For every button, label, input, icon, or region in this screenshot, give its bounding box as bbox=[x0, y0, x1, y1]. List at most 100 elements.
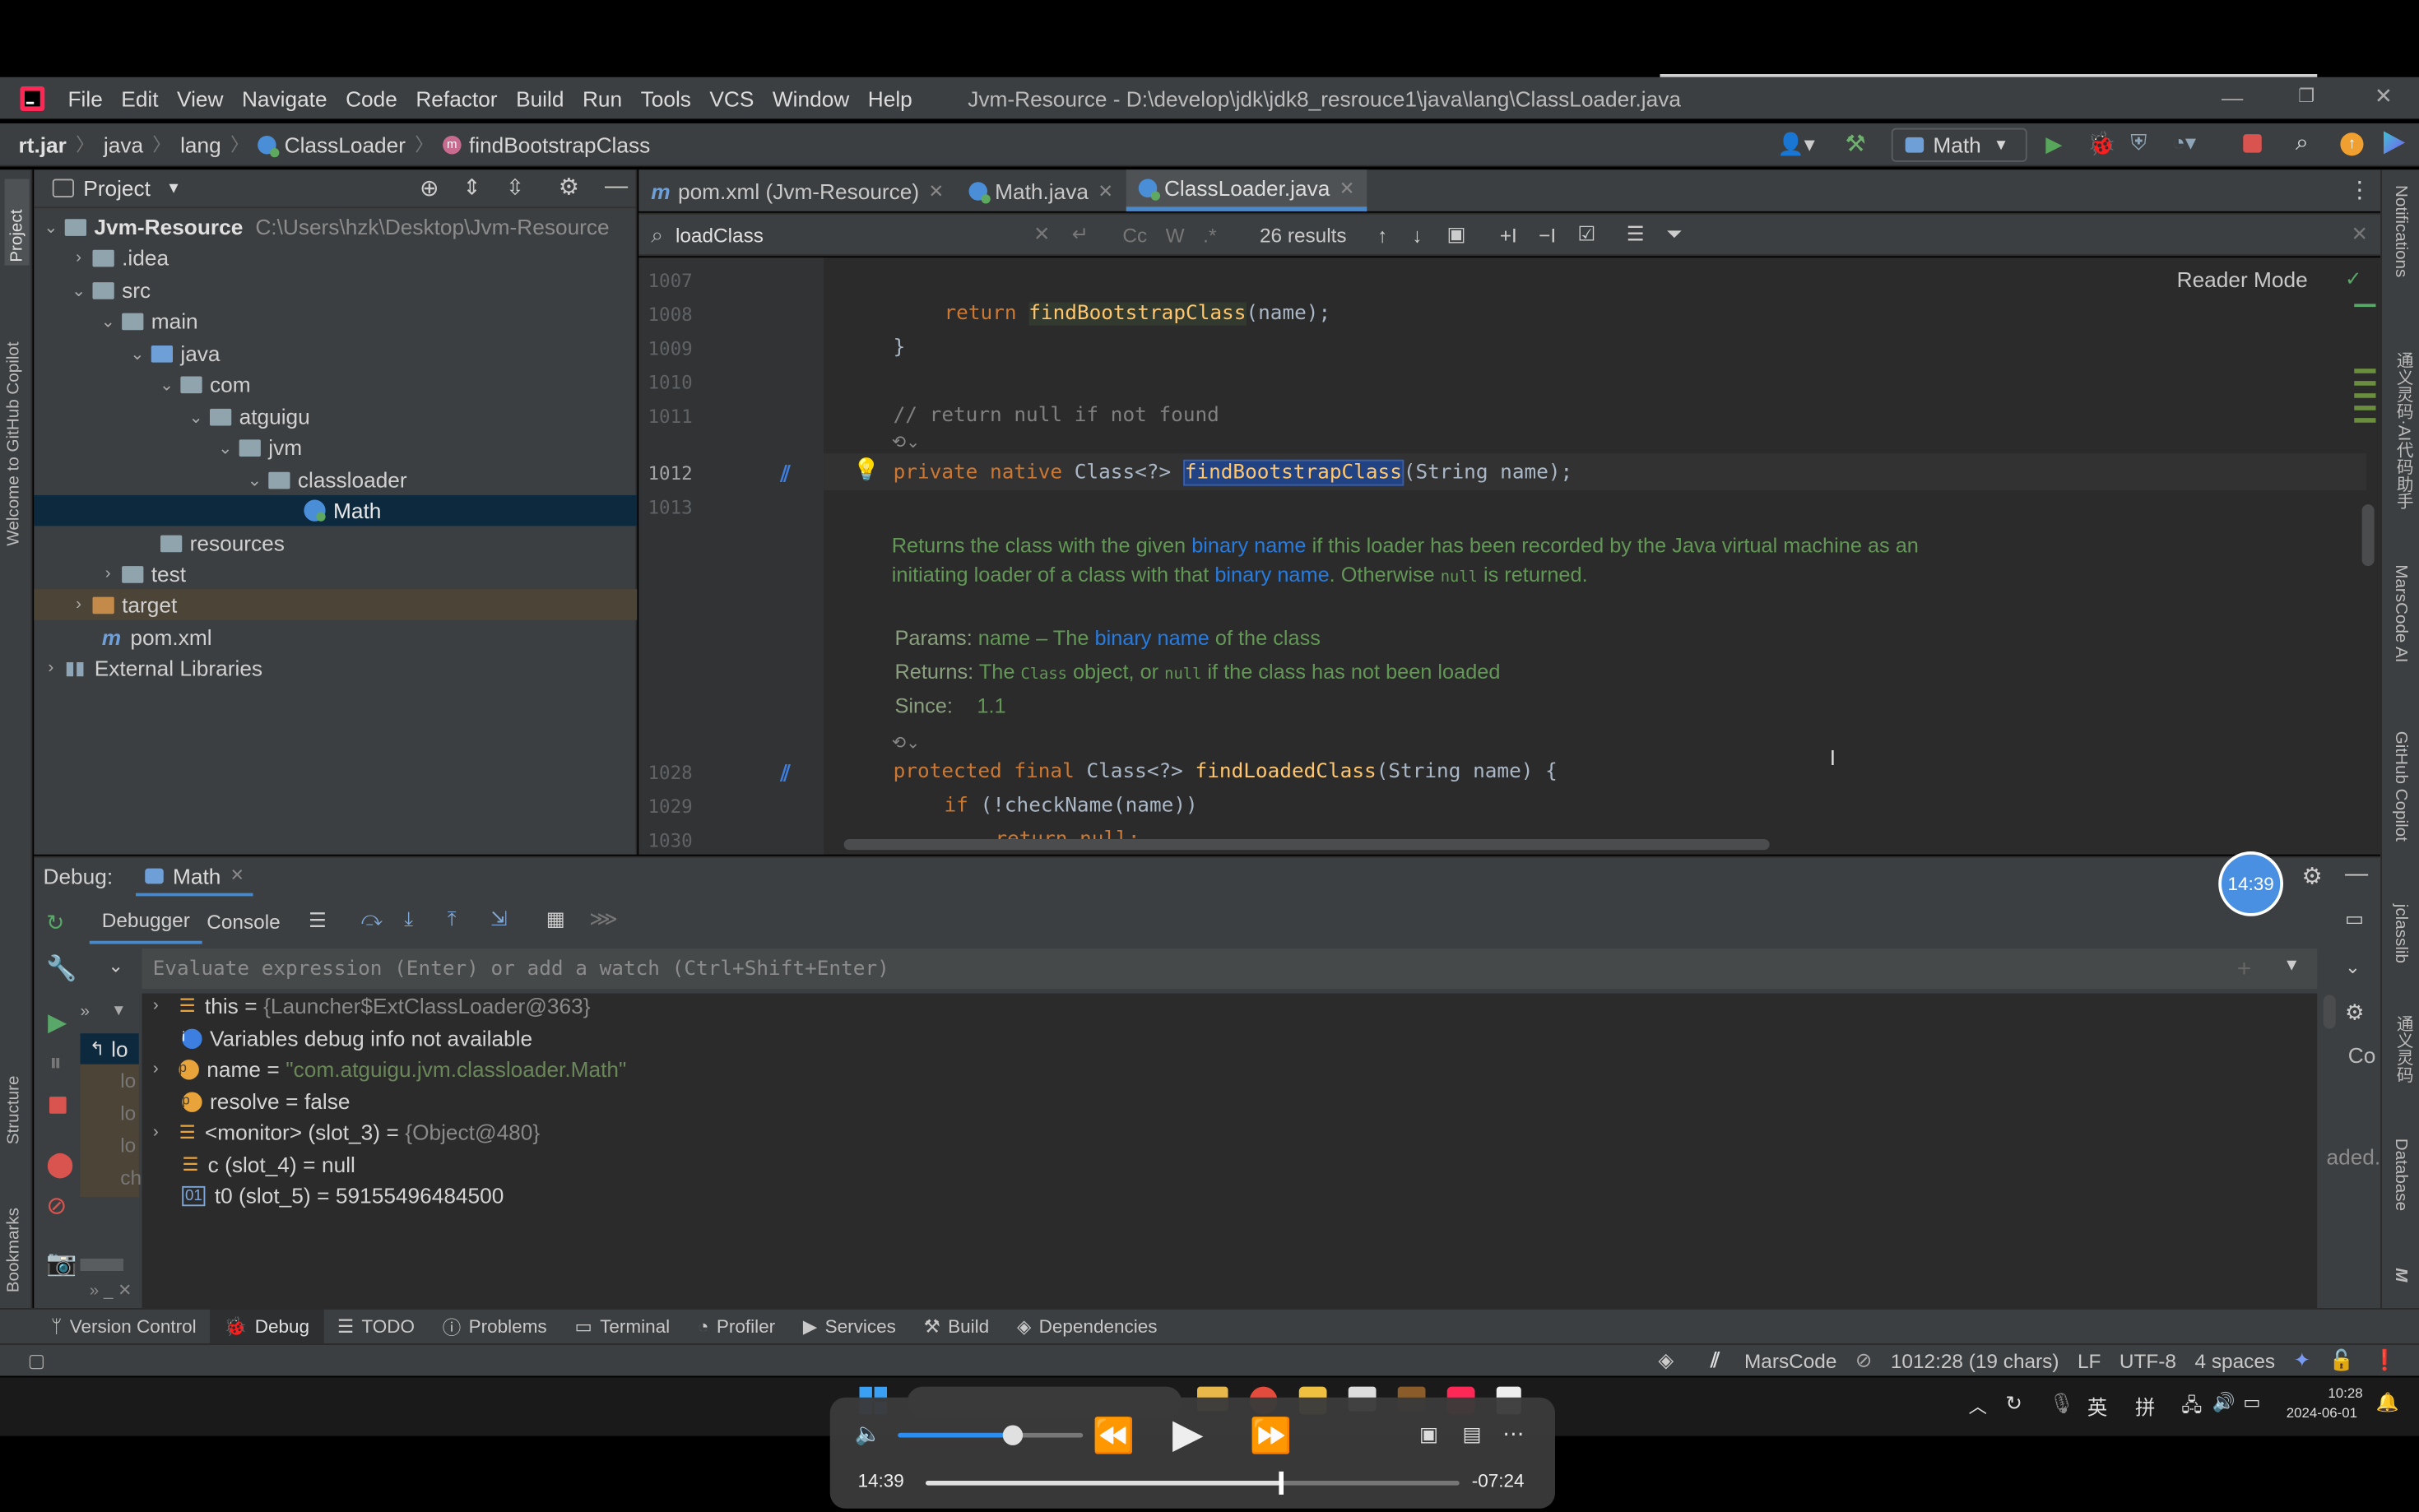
frames-scrollbar[interactable] bbox=[80, 1259, 123, 1271]
select-all-occurrences-icon[interactable]: ☑ bbox=[1577, 222, 1595, 247]
regex-toggle[interactable]: .* bbox=[1203, 223, 1216, 246]
tree-item-com[interactable]: ⌄ com bbox=[34, 369, 637, 400]
code-editor[interactable]: 1007 1008 1009 1010 1011 1012 1013 1028 … bbox=[638, 257, 2381, 855]
close-find-icon[interactable]: ✕ bbox=[2352, 222, 2368, 247]
gear-icon[interactable]: ⚙ bbox=[2302, 862, 2323, 890]
tree-item-resources[interactable]: resources bbox=[34, 527, 637, 559]
search-icon[interactable]: ⌕ bbox=[2296, 130, 2309, 156]
rerun-icon[interactable]: ↻ bbox=[46, 910, 64, 936]
words-toggle[interactable]: W bbox=[1166, 223, 1185, 246]
breadcrumb-java[interactable]: java bbox=[104, 132, 143, 156]
tree-item-external-libraries[interactable]: › ▮▮ External Libraries bbox=[34, 652, 637, 684]
frame-item[interactable]: lo bbox=[81, 1129, 139, 1162]
plugin-icon[interactable] bbox=[2383, 131, 2406, 155]
pause-icon[interactable]: ⏸ bbox=[49, 1051, 62, 1078]
project-view-title[interactable]: Project bbox=[83, 176, 151, 201]
close-tab-icon[interactable]: ✕ bbox=[1340, 178, 1355, 199]
toolwindow-dependencies[interactable]: ◈ Dependencies bbox=[1003, 1309, 1171, 1344]
play-icon[interactable]: ▶ bbox=[1172, 1410, 1204, 1458]
volume-icon[interactable]: 🔈 bbox=[855, 1421, 882, 1447]
menu-code[interactable]: Code bbox=[337, 86, 406, 110]
gear-icon[interactable]: ⚙ bbox=[2345, 999, 2365, 1026]
coverage-icon[interactable]: ⛨ bbox=[2130, 130, 2147, 156]
frame-item[interactable]: lo bbox=[81, 1097, 139, 1129]
marscode-gutter-icon[interactable]: ⫽ bbox=[781, 461, 791, 488]
expand-all-icon[interactable]: ⇕ bbox=[463, 174, 481, 201]
menu-tools[interactable]: Tools bbox=[631, 86, 700, 110]
debug-session-tab[interactable]: Math ✕ bbox=[136, 858, 254, 897]
clock-date[interactable]: 2024-06-01 bbox=[2287, 1405, 2357, 1421]
chevron-down-icon[interactable]: ⌄ bbox=[127, 343, 148, 364]
evaluate-icon[interactable]: ▦ bbox=[546, 907, 565, 932]
clock-time[interactable]: 10:28 bbox=[2328, 1385, 2362, 1401]
mute-breakpoints-icon[interactable]: ⊘ bbox=[46, 1191, 67, 1222]
frame-item[interactable]: lo bbox=[81, 1064, 139, 1097]
user-icon[interactable]: 👤▾ bbox=[1777, 131, 1815, 157]
step-into-icon[interactable]: ⤓ bbox=[404, 907, 413, 932]
picture-in-picture-icon[interactable]: ▣ bbox=[1419, 1422, 1438, 1447]
new-line-icon[interactable]: ↵ bbox=[1072, 222, 1089, 247]
volume-slider-knob[interactable] bbox=[1003, 1425, 1024, 1445]
marscode-gutter-icon[interactable]: ⫽ bbox=[781, 760, 791, 786]
line-separator[interactable]: LF bbox=[2078, 1349, 2101, 1372]
stop-icon[interactable] bbox=[49, 1097, 67, 1114]
doc-toggle-icon[interactable]: ⟲⌄ bbox=[892, 733, 921, 754]
tab-classloader-java[interactable]: ClassLoader.java ✕ bbox=[1126, 169, 1367, 211]
toolwindow-todo[interactable]: ☰ TODO bbox=[323, 1309, 429, 1344]
chevron-right-icon[interactable]: › bbox=[145, 1123, 166, 1142]
chevron-down-icon[interactable]: ▼ bbox=[166, 179, 182, 197]
restore-icon[interactable]: ❐ bbox=[2296, 85, 2317, 106]
gear-icon[interactable]: ⚙ bbox=[559, 173, 579, 201]
toolwindow-debug[interactable]: 🐞 Debug bbox=[210, 1308, 323, 1345]
variable-row-t0[interactable]: 01 t0 (slot_5) = 59155496484500 bbox=[142, 1180, 504, 1211]
copilot-welcome-tool-button[interactable]: Welcome to GitHub Copilot bbox=[5, 299, 24, 545]
variables-scrollbar[interactable] bbox=[2323, 995, 2336, 1029]
frame-item[interactable]: ch bbox=[81, 1162, 142, 1194]
input-lang-2[interactable]: 拼 bbox=[2135, 1391, 2155, 1421]
marscode-tool-button[interactable]: MarsCode AI bbox=[2391, 564, 2410, 697]
chevron-right-icon[interactable]: › bbox=[145, 1060, 166, 1078]
variable-row-resolve[interactable]: p resolve = false bbox=[142, 1086, 350, 1117]
debug-icon[interactable]: 🐞 bbox=[2087, 130, 2116, 157]
tree-item-jvm[interactable]: ⌄ jvm bbox=[34, 432, 637, 463]
clear-search-icon[interactable]: ✕ bbox=[1033, 222, 1050, 247]
chevron-down-icon[interactable]: ▼ bbox=[2283, 957, 2300, 976]
doc-link[interactable]: binary name bbox=[1191, 534, 1306, 557]
variable-row-monitor[interactable]: › ☰ <monitor> (slot_3) = {Object@480} bbox=[142, 1117, 540, 1148]
locate-icon[interactable]: ⊕ bbox=[420, 174, 439, 202]
tab-pom-xml[interactable]: m pom.xml (Jvm-Resource) ✕ bbox=[638, 169, 956, 211]
run-icon[interactable]: ▶ bbox=[2045, 131, 2062, 157]
chevron-right-icon[interactable]: › bbox=[145, 996, 166, 1015]
chevron-down-icon[interactable]: ⌄ bbox=[108, 955, 123, 976]
notifications-tool-button[interactable]: Notifications bbox=[2391, 185, 2410, 324]
network-icon[interactable]: 🖧 bbox=[2181, 1391, 2202, 1423]
tree-item-src[interactable]: ⌄ src bbox=[34, 275, 637, 306]
more-options-icon[interactable]: ⋯ bbox=[1502, 1421, 1524, 1447]
lightbulb-icon[interactable]: 💡 bbox=[853, 457, 880, 483]
collapse-all-icon[interactable]: ⇳ bbox=[506, 174, 524, 201]
tab-console[interactable]: Console bbox=[207, 910, 280, 933]
tree-item-idea[interactable]: › .idea bbox=[34, 242, 637, 273]
layout-icon[interactable]: ▭ bbox=[2345, 907, 2364, 932]
chevron-down-icon[interactable]: ⌄ bbox=[68, 280, 90, 300]
hide-panel-icon[interactable]: — bbox=[605, 173, 628, 199]
profiler-icon[interactable]: ◔▾ bbox=[2172, 130, 2196, 156]
hammer-icon[interactable]: ⚒ bbox=[1846, 130, 1866, 157]
structure-tool-button[interactable]: Structure bbox=[5, 1043, 24, 1145]
ai-assistant-tool-button[interactable]: 通义灵码·AI代码助手 bbox=[2391, 352, 2416, 522]
breadcrumb-lang[interactable]: lang bbox=[180, 132, 221, 156]
close-window-icon[interactable]: ✕ bbox=[2373, 83, 2394, 109]
trace-icon[interactable]: ⋙ bbox=[589, 907, 618, 932]
bookmarks-tool-button[interactable]: Bookmarks bbox=[5, 1176, 24, 1292]
frames-expand-icon[interactable]: » bbox=[81, 1003, 90, 1022]
fast-forward-icon[interactable]: ⏩ bbox=[1250, 1416, 1292, 1456]
wrench-icon[interactable]: 🔧 bbox=[46, 953, 77, 985]
volume-slider[interactable] bbox=[898, 1425, 1084, 1445]
match-case-toggle[interactable]: Cc bbox=[1122, 223, 1147, 246]
step-out-icon[interactable]: ⤒ bbox=[448, 907, 457, 932]
chevron-down-icon[interactable]: ▼ bbox=[111, 1003, 127, 1020]
notification-bell-icon[interactable]: 🔔 bbox=[2376, 1391, 2399, 1412]
variable-row-c[interactable]: ☰ c (slot_4) = null bbox=[142, 1149, 355, 1180]
chevron-right-icon[interactable]: › bbox=[68, 248, 90, 267]
arrow-down-icon[interactable]: ↓ bbox=[1412, 223, 1422, 246]
